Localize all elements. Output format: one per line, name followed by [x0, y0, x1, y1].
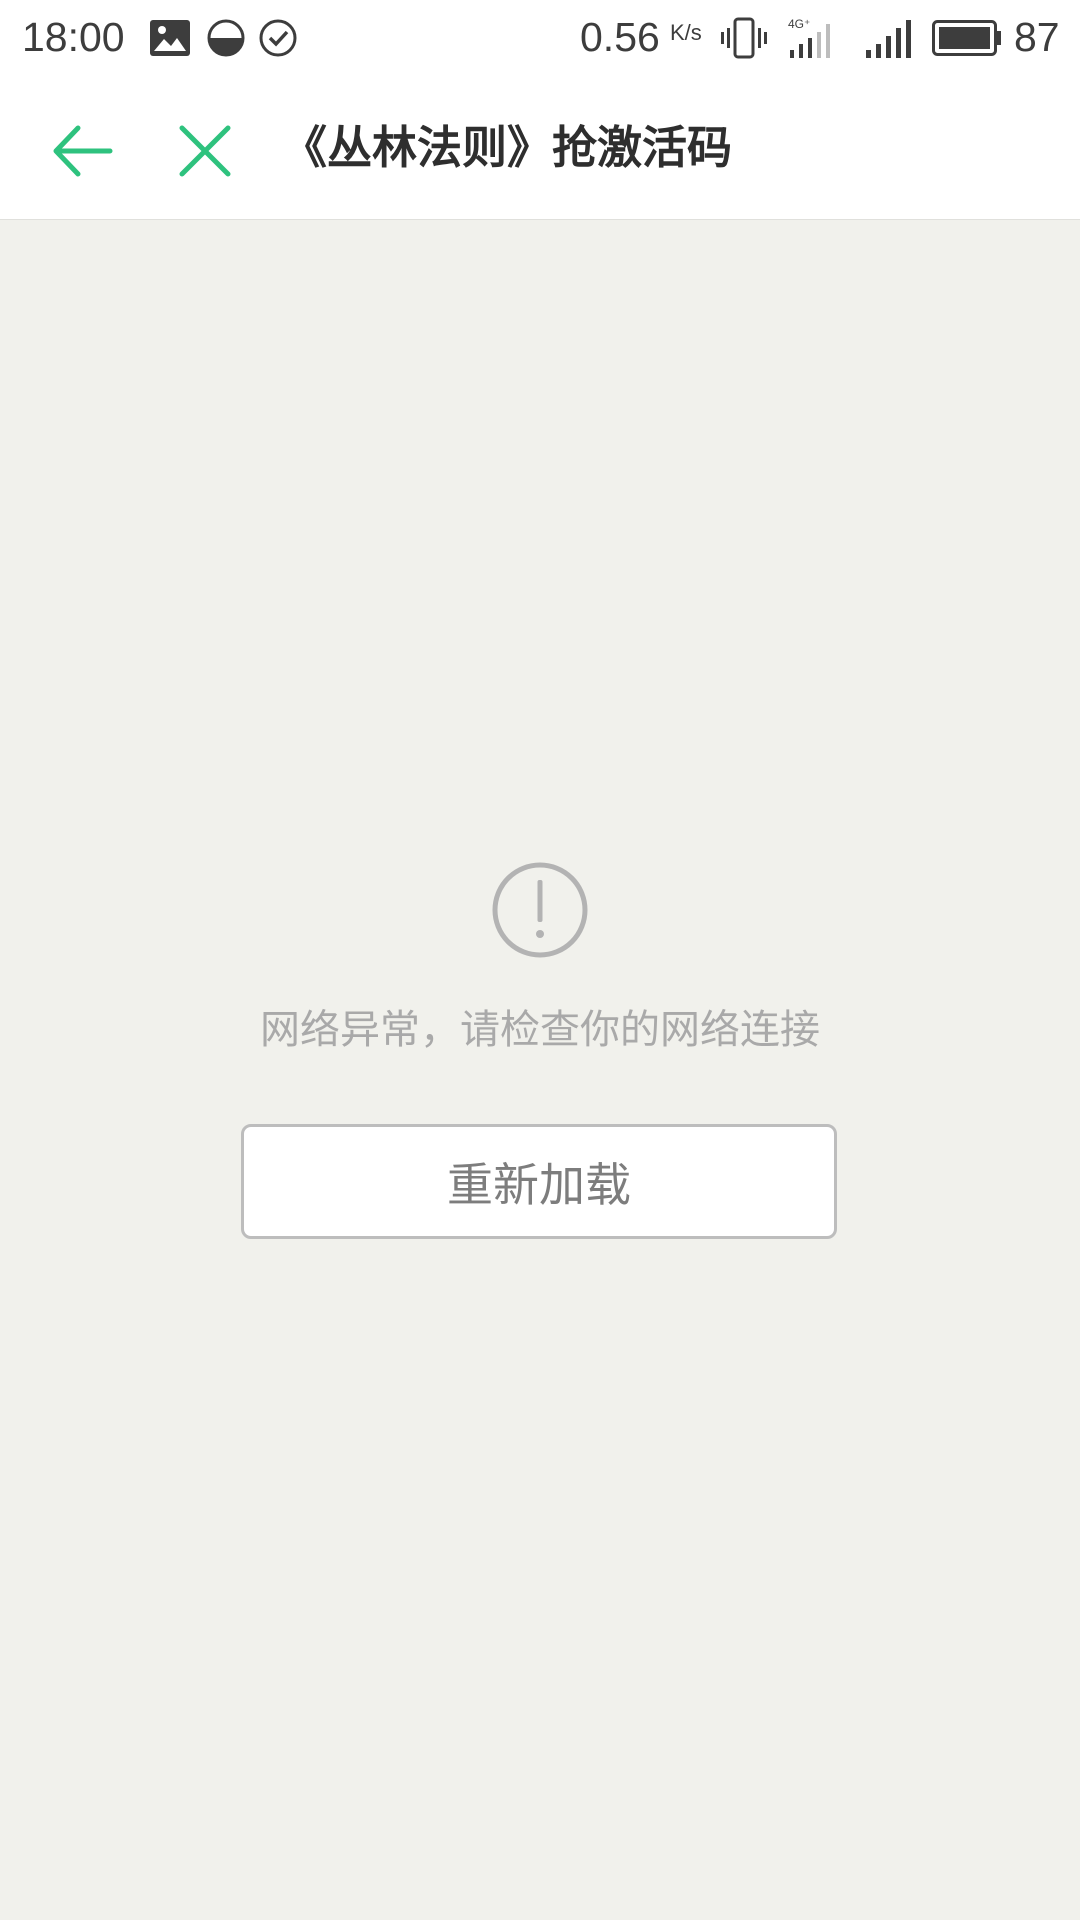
battery-level: 87: [1014, 14, 1060, 60]
half-moon-icon: [207, 19, 245, 57]
check-circle-icon: [259, 19, 297, 57]
header-bar: 《丛林法则》抢激活码: [0, 76, 1080, 220]
svg-text:4G⁺: 4G⁺: [788, 17, 810, 31]
error-page: 网络异常，请检查你的网络连接 重新加载: [0, 220, 1080, 1920]
battery-icon: [932, 20, 1001, 56]
network-speed-unit: K/s: [670, 20, 702, 45]
vibrate-icon: [721, 17, 767, 59]
network-speed: 0.56: [580, 14, 660, 60]
signal-4g-icon: 4G⁺: [788, 17, 830, 58]
status-bar: 18:00 0.56 K/s 4G⁺ 87: [0, 0, 1080, 76]
exclamation-circle-icon: [492, 862, 588, 958]
signal-icon: [866, 20, 911, 58]
status-time: 18:00: [22, 14, 125, 60]
error-message: 网络异常，请检查你的网络连接: [260, 1007, 820, 1053]
back-arrow-icon[interactable]: [48, 116, 118, 186]
page-title: 《丛林法则》抢激活码: [282, 121, 733, 174]
close-icon[interactable]: [170, 116, 240, 186]
reload-button[interactable]: 重新加载: [241, 1124, 837, 1239]
image-icon: [150, 20, 190, 56]
